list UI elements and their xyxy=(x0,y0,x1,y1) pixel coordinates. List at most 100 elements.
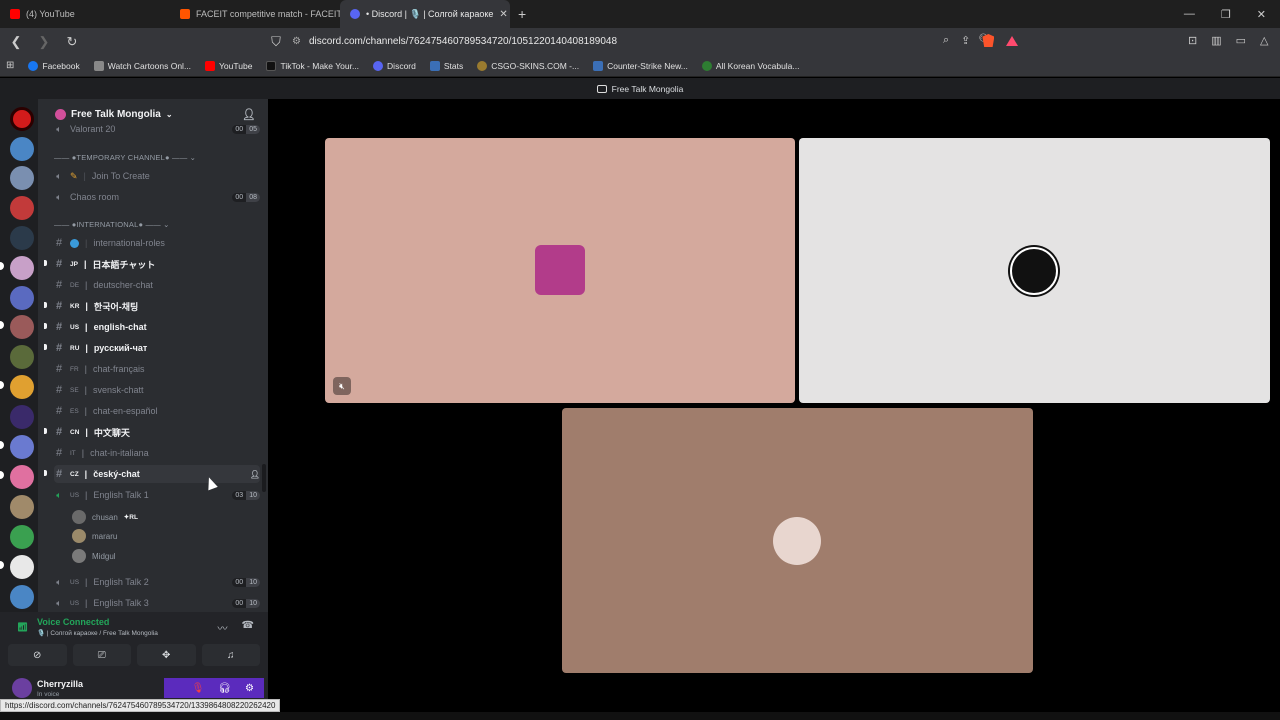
server-icon[interactable] xyxy=(10,585,34,609)
channel-international-roles[interactable]: # | international-roles xyxy=(54,234,260,252)
user-controls: 🎙︎ 🎧︎ ⚙ xyxy=(164,678,264,698)
server-icon[interactable] xyxy=(10,315,34,339)
reload-icon[interactable]: ↻ xyxy=(64,34,80,50)
channel-english-chat[interactable]: # US | english-chat xyxy=(54,318,260,336)
activities-button[interactable]: ✥ xyxy=(137,644,196,666)
close-window-icon[interactable]: ✕ xyxy=(1257,8,1266,21)
leo-icon[interactable]: △ xyxy=(1260,34,1268,47)
video-tile[interactable]: 🔇︎ xyxy=(325,138,795,403)
bookmark-cartoons[interactable]: Watch Cartoons Onl... xyxy=(93,60,191,71)
forward-icon[interactable]: ❯ xyxy=(36,34,52,50)
bookmark-discord[interactable]: Discord xyxy=(373,60,416,71)
channel-join-to-create[interactable]: 🔈︎ ✎ | Join To Create xyxy=(54,167,260,185)
camera-button[interactable]: ⊘ xyxy=(8,644,67,666)
noise-suppression-icon[interactable]: 〰 xyxy=(218,620,228,635)
bookmark-csgo-skins[interactable]: CSGO-SKINS.COM -... xyxy=(477,60,579,71)
wallet-icon[interactable]: ▭ xyxy=(1236,34,1246,47)
scrollbar[interactable] xyxy=(262,464,266,492)
channel-label: English Talk 1 xyxy=(93,490,149,500)
channel-english-talk-3[interactable]: 🔈︎ US | English Talk 3 00 10 xyxy=(54,594,260,612)
channel-french-chat[interactable]: # FR | chat-français xyxy=(54,360,260,378)
server-icon[interactable] xyxy=(10,196,34,220)
server-icon[interactable] xyxy=(10,226,34,250)
tab-faceit[interactable]: FACEIT competitive match - FACEIT.c xyxy=(170,0,340,28)
headphones-icon[interactable]: 🎧︎ xyxy=(218,683,231,694)
bookmark-icon[interactable]: ⛉ xyxy=(268,34,284,50)
invite-icon[interactable]: 👤︎ xyxy=(250,470,260,479)
apps-icon[interactable]: ⊞ xyxy=(6,60,14,71)
close-tab-icon[interactable]: ✕ xyxy=(499,9,507,20)
bookmark-facebook[interactable]: Facebook xyxy=(28,60,80,71)
channel-russian-chat[interactable]: # RU | русский-чат xyxy=(54,339,260,357)
channel-japanese-chat[interactable]: # JP | 日本語チャット xyxy=(54,255,260,273)
separator: | xyxy=(83,171,86,181)
voice-member[interactable]: chusan ✦RL xyxy=(72,510,138,524)
server-icon[interactable] xyxy=(10,375,34,399)
channel-czech-chat[interactable]: # CZ | český-chat 👤︎ xyxy=(54,465,260,483)
disconnect-icon[interactable]: ☎ xyxy=(242,620,254,635)
channel-chaos-room[interactable]: 🔈︎ Chaos room 00 08 xyxy=(54,188,260,206)
soundboard-button[interactable]: ♫ xyxy=(201,644,260,666)
minimize-icon[interactable]: — xyxy=(1184,8,1195,21)
server-icon[interactable] xyxy=(10,256,34,280)
screen-share-button[interactable]: ⎚ xyxy=(72,644,131,666)
channel-german-chat[interactable]: # DE | deutscher-chat xyxy=(54,276,260,294)
server-icon[interactable] xyxy=(10,405,34,429)
voice-channel-path[interactable]: 🎙️ | Солгой караоке / Free Talk Mongolia xyxy=(37,629,158,637)
category-temporary[interactable]: —— ●TEMPORARY CHANNEL● —— ⌄ xyxy=(54,153,196,162)
bookmark-tiktok[interactable]: TikTok - Make Your... xyxy=(266,60,359,71)
tab-youtube[interactable]: (4) YouTube xyxy=(0,0,170,28)
signal-icon[interactable]: 📶︎ xyxy=(17,622,28,633)
maximize-icon[interactable]: ❐ xyxy=(1221,8,1231,21)
settings-gear-icon[interactable]: ⚙ xyxy=(245,683,254,694)
channel-english-talk-1[interactable]: 🔈︎ US | English Talk 1 03 10 xyxy=(54,486,260,504)
bookmark-counter-strike[interactable]: Counter-Strike New... xyxy=(593,60,688,71)
username[interactable]: Cherryzilla xyxy=(37,679,83,689)
bookmark-stats[interactable]: Stats xyxy=(429,60,463,71)
voice-status[interactable]: Voice Connected xyxy=(37,617,109,627)
back-icon[interactable]: ❮ xyxy=(8,34,24,50)
voice-member[interactable]: mararu xyxy=(72,529,117,543)
video-tile[interactable] xyxy=(799,138,1270,403)
server-icon[interactable] xyxy=(10,286,34,310)
site-info-icon[interactable]: ⚙ xyxy=(292,36,301,47)
channel-english-talk-2[interactable]: 🔈︎ US | English Talk 2 00 10 xyxy=(54,573,260,591)
server-icon[interactable] xyxy=(10,525,34,549)
server-icon[interactable] xyxy=(10,107,34,131)
brave-shield-icon[interactable] xyxy=(982,34,995,47)
server-icon[interactable] xyxy=(10,345,34,369)
channel-korean-chat[interactable]: # KR | 한국어-채팅 xyxy=(54,297,260,315)
avatar[interactable] xyxy=(12,678,32,698)
server-icon[interactable] xyxy=(10,137,34,161)
channel-swedish-chat[interactable]: # SE | svensk-chatt xyxy=(54,381,260,399)
url-field[interactable]: ⚙ discord.com/channels/76247546078953472… xyxy=(292,32,1042,51)
server-icon[interactable] xyxy=(10,495,34,519)
video-tile[interactable] xyxy=(562,408,1033,673)
channel-spanish-chat[interactable]: # ES | chat-en-español xyxy=(54,402,260,420)
server-icon[interactable] xyxy=(10,555,34,579)
category-label: ●TEMPORARY CHANNEL● xyxy=(71,153,170,162)
bookmark-korean-vocab[interactable]: All Korean Vocabula... xyxy=(701,60,800,71)
brave-rewards-icon[interactable] xyxy=(1006,35,1019,46)
channel-valorant[interactable]: 🔈︎ Valorant 20 00 05 xyxy=(54,123,260,135)
server-icon[interactable] xyxy=(10,465,34,489)
share-icon[interactable]: ⇪ xyxy=(961,34,970,47)
window-controls: — ❐ ✕ xyxy=(1184,8,1280,21)
new-tab-button[interactable]: + xyxy=(510,6,534,22)
invite-icon[interactable]: 👤︎ xyxy=(242,108,256,121)
tab-discord[interactable]: • Discord | 🎙️ | Солгой караоке ✕ xyxy=(340,0,510,28)
screenshot-icon[interactable]: ⊡ xyxy=(1188,34,1197,47)
tag-text: RL xyxy=(129,514,138,521)
bookmark-youtube[interactable]: YouTube xyxy=(205,60,252,71)
channel-chinese-chat[interactable]: # CN | 中文聊天 xyxy=(54,423,260,441)
category-international[interactable]: —— ●INTERNATIONAL● —— ⌄ xyxy=(54,220,170,229)
unread-indicator xyxy=(44,260,47,266)
server-icon[interactable] xyxy=(10,435,34,459)
voice-member[interactable]: Midgul xyxy=(72,549,116,563)
server-icon[interactable] xyxy=(10,166,34,190)
mute-microphone-icon[interactable]: 🎙︎ xyxy=(192,683,205,694)
search-icon[interactable]: ⌕ xyxy=(943,34,949,47)
channel-italian-chat[interactable]: # IT | chat-in-italiana xyxy=(54,444,260,462)
count-limit: 10 xyxy=(246,490,260,500)
sidebar-icon[interactable]: ▥ xyxy=(1211,34,1221,47)
